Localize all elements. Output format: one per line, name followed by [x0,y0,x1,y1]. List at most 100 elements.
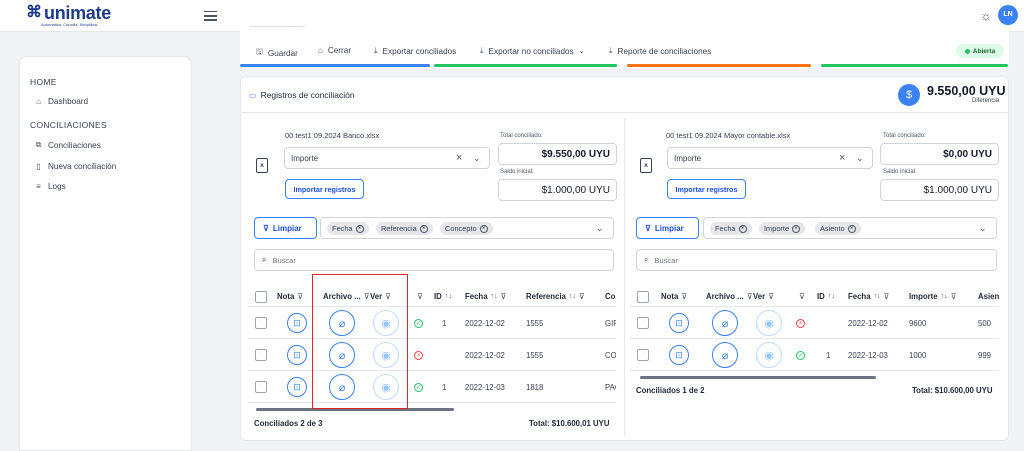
left-import-button[interactable]: Importar registros [285,179,364,199]
select-all-checkbox[interactable] [255,290,267,303]
view-cell: ◉ [756,307,782,339]
sidebar-item-dashboard[interactable]: ⌂ Dashboard [34,97,88,106]
filter-icon[interactable]: ⊽ [297,292,303,301]
sidebar-item-conciliaciones[interactable]: ⧉ Conciliaciones [34,140,101,150]
chevron-down-icon[interactable]: ⌄ [473,153,481,164]
col-status-filter[interactable]: ⊽ [796,292,805,301]
row-checkbox[interactable] [637,349,649,361]
sort-icon[interactable]: ↑↓ [941,293,948,300]
status-cell: ✓ [414,307,423,339]
row-checkbox[interactable] [255,317,267,329]
status-cell: ✓ [414,371,423,403]
sort-icon[interactable]: ↑↓ [491,293,498,300]
attach-icon[interactable]: ⌀ [712,342,738,368]
sidebar-item-logs[interactable]: ≡ Logs [34,182,66,191]
filter-icon[interactable]: ⊽ [579,292,585,301]
bookmark-icon[interactable]: ⊡ [287,313,307,333]
sidebar-item-nueva-conciliacion[interactable]: ▯ Nueva conciliación [34,162,116,171]
filter-icon[interactable]: ⊽ [747,292,753,301]
chip-referencia[interactable]: Referencia × [376,222,433,235]
report-button[interactable]: ⤓ Reporte de conciliaciones [609,46,711,56]
chip-importe[interactable]: Importe × [759,222,806,235]
check-icon: ✓ [414,318,423,328]
logo[interactable]: ⌘ unimate Automatizá. Concilia. Simplifi… [26,4,111,27]
left-filter-chips[interactable]: Fecha × Referencia × Concepto × ⌄ [320,217,614,239]
col-fecha[interactable]: Fecha ↑↓ ⊽ [848,292,889,301]
filter-icon[interactable]: ⊽ [501,292,507,301]
export-unconciliated-button[interactable]: ⤓ Exportar no conciliados ⌄ [480,46,585,56]
sort-icon[interactable]: ↑↓ [569,293,576,300]
eye-icon[interactable]: ◉ [756,342,782,368]
col-nota[interactable]: Nota ⊽ [277,292,303,301]
chip-remove-icon[interactable]: × [792,224,801,233]
eye-icon[interactable]: ◉ [756,310,782,336]
chip-remove-icon[interactable]: × [419,224,428,233]
col-id[interactable]: ID ↑↓ [817,292,835,301]
right-import-button[interactable]: Importar registros [667,179,746,199]
sort-icon[interactable]: ↑↓ [445,293,452,300]
bookmark-icon[interactable]: ⊡ [669,345,689,365]
bookmark-icon[interactable]: ⊡ [287,345,307,365]
col-referencia[interactable]: Referencia ↑↓ ⊽ [526,292,585,301]
left-search-input[interactable]: ⌕ Buscar [254,249,614,271]
right-filter-chips[interactable]: Fecha × Importe × Asiento × ⌄ [703,217,997,239]
col-ver[interactable]: Ver ⊽ [753,292,774,301]
chevron-down-icon[interactable]: ⌄ [979,223,987,234]
sidebar-item-label: Nueva conciliación [48,162,117,171]
export-conciliated-button[interactable]: ⤓ Exportar conciliados [374,46,456,56]
chip-remove-icon[interactable]: × [479,224,488,233]
excel-file-icon: x [256,158,268,173]
highlight-box [312,274,408,409]
filter-icon[interactable]: ⊽ [951,292,957,301]
check-icon: ✓ [796,350,805,360]
left-column-select[interactable]: Importe × ⌄ [284,147,490,169]
save-button[interactable]: 🖫 Guardar [256,46,298,60]
col-fecha[interactable]: Fecha ↑↓ ⊽ [465,292,506,301]
menu-toggle-icon[interactable] [204,11,217,21]
sort-icon[interactable]: ↑↓ [828,293,835,300]
row-checkbox[interactable] [255,349,267,361]
sun-icon[interactable]: ☼ [979,9,993,23]
row-checkbox[interactable] [637,317,649,329]
right-initial-value[interactable]: $1.000,00 UYU [880,179,999,201]
chip-fecha[interactable]: Fecha × [710,222,752,235]
select-all-checkbox[interactable] [637,290,649,303]
attach-icon[interactable]: ⌀ [712,310,738,336]
filter-icon[interactable]: ⊽ [799,292,805,301]
chip-asiento[interactable]: Asiento × [815,222,861,235]
clear-icon[interactable]: × [456,152,462,164]
bookmark-icon[interactable]: ⊡ [287,377,307,397]
right-clear-filters-button[interactable]: ⊽ Limpiar [636,217,699,239]
chip-fecha[interactable]: Fecha × [327,222,369,235]
right-column-select[interactable]: Importe × ⌄ [667,147,873,169]
chip-remove-icon[interactable]: × [738,224,747,233]
col-archivo[interactable]: Archivo ... ⊽ [706,292,753,301]
right-total-value: $0,00 UYU [880,143,999,165]
left-clear-filters-button[interactable]: ⊽ Limpiar [254,217,317,239]
chip-concepto[interactable]: Concepto × [440,222,493,235]
horizontal-scrollbar[interactable] [640,376,876,379]
col-asiento[interactable]: Asien [978,292,999,301]
filter-icon[interactable]: ⊽ [768,292,774,301]
col-nota[interactable]: Nota ⊽ [661,292,687,301]
chevron-down-icon[interactable]: ⌄ [596,223,604,234]
close-button[interactable]: ⌂ Cerrar [318,46,351,55]
chevron-down-icon[interactable]: ⌄ [856,153,864,164]
clear-icon[interactable]: × [839,152,845,164]
filter-icon[interactable]: ⊽ [884,292,890,301]
right-search-input[interactable]: ⌕ Buscar [636,249,997,271]
sort-icon[interactable]: ↑↓ [874,293,881,300]
filter-icon[interactable]: ⊽ [681,292,687,301]
col-concepto[interactable]: Co [605,292,615,301]
col-status-filter[interactable]: ⊽ [414,292,423,301]
row-checkbox[interactable] [255,381,267,393]
left-initial-value[interactable]: $1.000,00 UYU [498,179,617,201]
bookmark-icon[interactable]: ⊡ [669,313,689,333]
cell-concepto: PAC [605,382,616,392]
col-importe[interactable]: Importe ↑↓ ⊽ [909,292,956,301]
filter-icon[interactable]: ⊽ [417,292,423,301]
col-id[interactable]: ID ↑↓ [434,292,452,301]
chip-remove-icon[interactable]: × [355,224,364,233]
chip-remove-icon[interactable]: × [847,224,856,233]
avatar[interactable]: LN [998,5,1018,25]
